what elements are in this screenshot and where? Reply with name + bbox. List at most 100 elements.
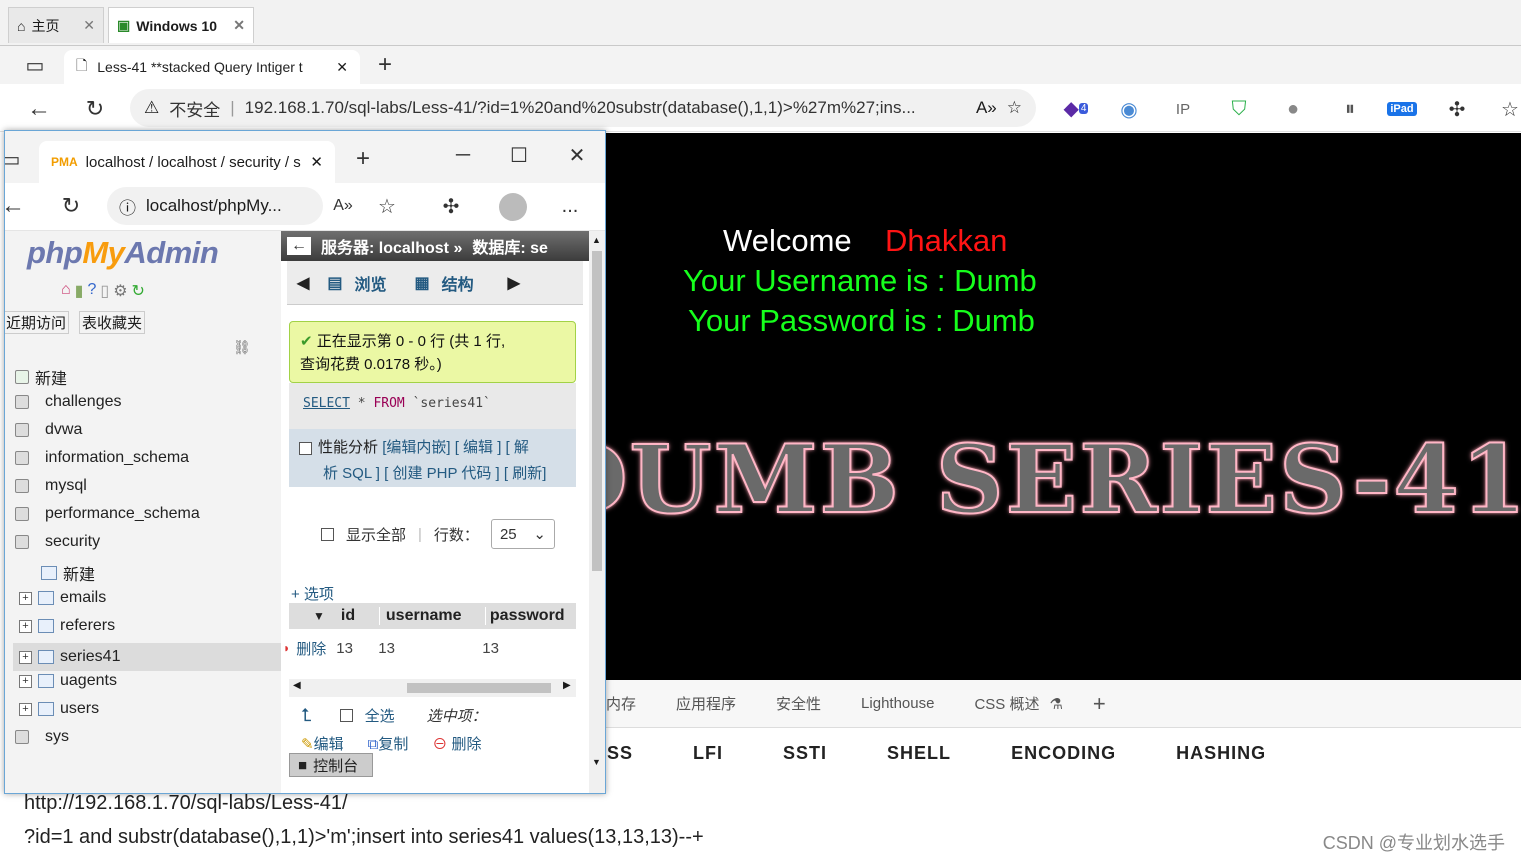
show-all-checkbox[interactable] bbox=[321, 527, 334, 541]
scroll-thumb[interactable] bbox=[407, 683, 551, 693]
pma-logo[interactable]: phpMyAdmin bbox=[27, 235, 219, 271]
delete-icon[interactable]: ◗ bbox=[283, 641, 290, 655]
tree-item-db[interactable]: challenges bbox=[15, 393, 122, 411]
devtools-tab-security[interactable]: 安全性 bbox=[776, 693, 821, 714]
devtools-tab-memory[interactable]: 内存 bbox=[606, 693, 636, 714]
tree-item-db[interactable]: information_schema bbox=[15, 449, 189, 467]
window-close-icon[interactable]: ✕ bbox=[565, 143, 589, 167]
extensions-icon[interactable]: ✣ bbox=[1444, 96, 1470, 122]
minimize-icon[interactable]: ─ bbox=[451, 143, 475, 167]
avatar[interactable] bbox=[499, 193, 527, 221]
column-header-username[interactable]: username bbox=[378, 607, 485, 625]
tree-item-table[interactable]: + uagents bbox=[19, 672, 117, 690]
close-icon[interactable]: ✕ bbox=[310, 153, 323, 171]
link-icon[interactable]: ⛓ bbox=[233, 339, 251, 356]
bulk-edit-button[interactable]: ✎编辑 bbox=[301, 733, 344, 754]
eye-extension-icon[interactable]: ◉ bbox=[1116, 96, 1142, 122]
close-icon[interactable]: ✕ bbox=[336, 59, 348, 76]
rows-select[interactable]: 25 ⌄ bbox=[490, 519, 555, 549]
new-tab-icon[interactable]: + bbox=[372, 51, 398, 78]
favorite-add-icon[interactable]: ☆ bbox=[1007, 98, 1022, 118]
reload-nav-icon[interactable]: ↻ bbox=[132, 281, 145, 301]
close-icon[interactable]: ✕ bbox=[83, 17, 95, 34]
tree-item-table[interactable]: + users bbox=[19, 700, 99, 718]
tabs-scroll-right-icon[interactable]: ▶ bbox=[508, 273, 520, 293]
settings-icon[interactable]: ⚙ bbox=[113, 281, 127, 301]
scroll-up-icon[interactable]: ▲ bbox=[592, 235, 601, 245]
pause-extension-icon[interactable]: ⏸ bbox=[1336, 96, 1364, 122]
close-icon[interactable]: ✕ bbox=[233, 17, 245, 34]
check-all-label[interactable]: 全选 bbox=[365, 705, 395, 726]
tree-item-db-security[interactable]: security bbox=[15, 533, 100, 551]
expand-icon[interactable]: + bbox=[19, 702, 32, 716]
extensions-icon[interactable]: ✣ bbox=[439, 193, 463, 219]
help-icon[interactable]: ? bbox=[87, 281, 96, 301]
hackbar-lfi[interactable]: LFI bbox=[693, 743, 723, 764]
new-tab-icon[interactable]: + bbox=[351, 145, 375, 172]
query-links-line1[interactable]: [编辑内嵌] [ 编辑 ] [ 解 bbox=[382, 439, 529, 456]
favorites-tab[interactable]: 表收藏夹 bbox=[79, 311, 146, 334]
query-links-line2[interactable]: 析 SQL ] [ 创建 PHP 代码 ] [ 刷新] bbox=[299, 461, 566, 487]
inner-address-bar[interactable]: ⓘ localhost/phpMy... bbox=[107, 187, 323, 225]
read-aloud-icon[interactable]: A» bbox=[331, 193, 355, 219]
tree-item-db[interactable]: sys bbox=[15, 728, 69, 746]
profile-checkbox[interactable] bbox=[299, 441, 312, 455]
collapse-nav-icon[interactable]: ← bbox=[287, 237, 311, 255]
extension-badge-icon[interactable]: ◆ 4 bbox=[1062, 94, 1090, 122]
hackbar-hashing[interactable]: HASHING bbox=[1176, 743, 1266, 764]
scroll-left-icon[interactable]: ◀ bbox=[293, 680, 301, 691]
check-all-checkbox[interactable] bbox=[339, 709, 353, 722]
tabs-scroll-left-icon[interactable]: ◀ bbox=[297, 273, 309, 293]
refresh-icon[interactable]: ↻ bbox=[59, 193, 83, 219]
bulk-delete-button[interactable]: ⊖ 删除 bbox=[432, 733, 481, 754]
column-header-password[interactable]: password bbox=[484, 607, 565, 625]
back-icon[interactable]: ← bbox=[26, 95, 52, 122]
more-menu-icon[interactable]: ... bbox=[557, 193, 583, 219]
ip-extension-icon[interactable]: IP bbox=[1170, 96, 1196, 122]
recent-tab[interactable]: 近期访问 bbox=[5, 311, 70, 334]
refresh-icon[interactable]: ↻ bbox=[82, 96, 108, 122]
breadcrumb-server[interactable]: 服务器: localhost » bbox=[321, 234, 462, 258]
breadcrumb-db[interactable]: 数据库: se bbox=[472, 234, 548, 258]
tab-browse[interactable]: 浏览 bbox=[354, 271, 386, 295]
scroll-down-icon[interactable]: ▼ bbox=[592, 757, 601, 767]
devtools-tab-application[interactable]: 应用程序 bbox=[676, 693, 736, 714]
shield-extension-icon[interactable]: ⛉ bbox=[1226, 96, 1252, 122]
row-delete-link[interactable]: 删除 bbox=[296, 638, 326, 659]
tree-item-db[interactable]: performance_schema bbox=[15, 505, 200, 523]
tree-item-new-db[interactable]: 新建 bbox=[15, 365, 67, 389]
bulk-copy-button[interactable]: ⧉复制 bbox=[368, 733, 409, 754]
tab-structure[interactable]: 结构 bbox=[442, 271, 474, 295]
outer-address-bar[interactable]: ⚠ 不安全 | 192.168.1.70/sql-labs/Less-41/?i… bbox=[130, 89, 1036, 127]
docs-icon[interactable]: ▯ bbox=[100, 281, 109, 301]
hackbar-encoding[interactable]: ENCODING bbox=[1011, 743, 1116, 764]
tab-actions-icon[interactable]: ▭ bbox=[22, 52, 48, 78]
expand-icon[interactable]: + bbox=[19, 650, 32, 664]
tree-item-db[interactable]: dvwa bbox=[15, 421, 82, 439]
home-icon[interactable]: ⌂ bbox=[61, 281, 71, 301]
vm-tab-windows10[interactable]: ▣ Windows 10 ✕ bbox=[108, 7, 254, 43]
tree-item-table-selected[interactable]: + series41 bbox=[13, 643, 281, 671]
horizontal-scrollbar[interactable]: ◀ ▶ bbox=[289, 679, 576, 697]
ipad-extension-icon[interactable]: iPad bbox=[1386, 94, 1418, 124]
tree-item-new-table[interactable]: 新建 bbox=[41, 561, 95, 585]
outer-tab-active[interactable]: 🗋 Less-41 **stacked Query Intiger t ✕ bbox=[64, 50, 360, 84]
inner-tab-active[interactable]: PMA localhost / localhost / security / s… bbox=[39, 141, 335, 183]
add-tab-icon[interactable]: + bbox=[1093, 691, 1106, 717]
devtools-tab-lighthouse[interactable]: Lighthouse bbox=[861, 695, 934, 712]
scroll-thumb[interactable] bbox=[592, 251, 602, 571]
expand-icon[interactable]: + bbox=[19, 619, 32, 633]
sql-keyword-select[interactable]: SELECT bbox=[303, 396, 350, 411]
tab-actions-icon[interactable]: ▭ bbox=[5, 149, 21, 171]
devtools-tab-css-overview[interactable]: CSS 概述 bbox=[974, 693, 1039, 714]
sort-arrow-icon[interactable]: ▼ bbox=[313, 609, 325, 623]
vm-tab-home[interactable]: ⌂ 主页 ✕ bbox=[8, 7, 104, 43]
tree-item-table[interactable]: + referers bbox=[19, 617, 115, 635]
options-link[interactable]: + 选项 bbox=[291, 583, 334, 604]
hackbar-ssti[interactable]: SSTI bbox=[783, 743, 827, 764]
maximize-icon[interactable]: ☐ bbox=[507, 143, 531, 167]
column-header-id[interactable]: id bbox=[341, 607, 379, 625]
hackbar-shell[interactable]: SHELL bbox=[887, 743, 951, 764]
back-icon[interactable]: ← bbox=[5, 192, 25, 219]
favorite-add-icon[interactable]: ☆ bbox=[375, 193, 399, 219]
